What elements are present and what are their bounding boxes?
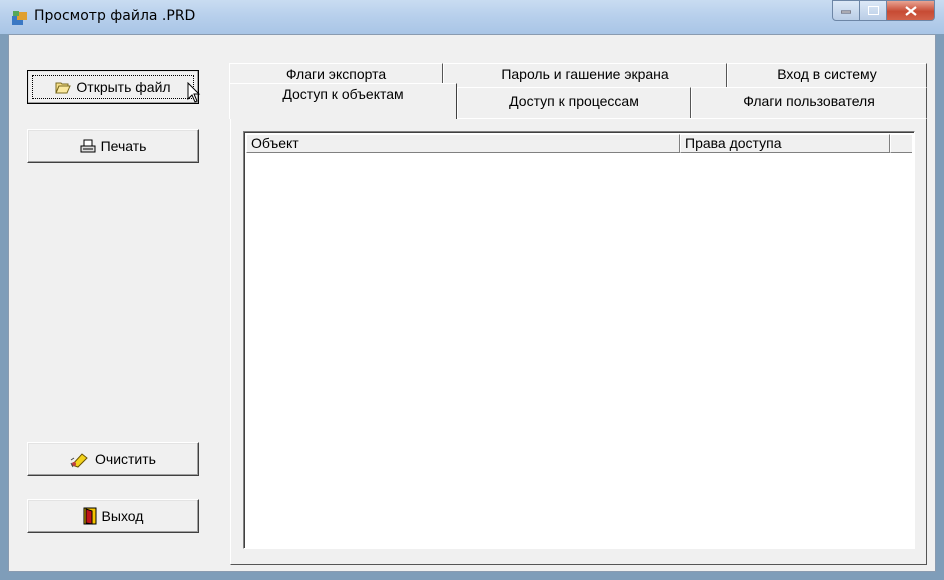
client-area: Открыть файл Печать Очистить Выход Флаги… bbox=[8, 34, 936, 572]
tab-process-access[interactable]: Доступ к процессам bbox=[457, 87, 691, 118]
app-window: Просмотр файла .PRD Открыть файл Печать … bbox=[0, 0, 944, 580]
clear-label: Очистить bbox=[95, 451, 156, 467]
exit-door-icon bbox=[83, 507, 97, 525]
open-file-button[interactable]: Открыть файл bbox=[27, 70, 199, 104]
access-list[interactable]: Объект Права доступа bbox=[243, 131, 915, 549]
title-bar[interactable]: Просмотр файла .PRD bbox=[0, 0, 944, 34]
minimize-button[interactable] bbox=[832, 0, 860, 21]
eraser-icon bbox=[70, 453, 88, 468]
column-filler bbox=[890, 134, 912, 153]
tab-password-screen[interactable]: Пароль и гашение экрана bbox=[443, 63, 727, 87]
close-icon bbox=[904, 5, 917, 16]
cursor-icon bbox=[187, 82, 201, 103]
app-icon bbox=[12, 11, 27, 25]
printer-icon bbox=[80, 139, 96, 152]
exit-button[interactable]: Выход bbox=[27, 499, 199, 533]
column-access-rights[interactable]: Права доступа bbox=[680, 134, 890, 153]
minimize-icon bbox=[841, 10, 851, 13]
tab-user-flags[interactable]: Флаги пользователя bbox=[691, 87, 927, 118]
clear-button[interactable]: Очистить bbox=[27, 442, 199, 476]
column-object[interactable]: Объект bbox=[246, 134, 680, 153]
print-button[interactable]: Печать bbox=[27, 129, 199, 163]
maximize-button[interactable] bbox=[860, 0, 887, 21]
tab-object-access[interactable]: Доступ к объектам bbox=[229, 83, 457, 119]
list-header: Объект Права доступа bbox=[246, 134, 912, 153]
close-button[interactable] bbox=[887, 0, 935, 21]
tab-login[interactable]: Вход в систему bbox=[727, 63, 927, 87]
print-label: Печать bbox=[100, 138, 147, 154]
exit-label: Выход bbox=[101, 508, 144, 524]
window-title: Просмотр файла .PRD bbox=[34, 8, 196, 24]
maximize-icon bbox=[867, 6, 879, 15]
